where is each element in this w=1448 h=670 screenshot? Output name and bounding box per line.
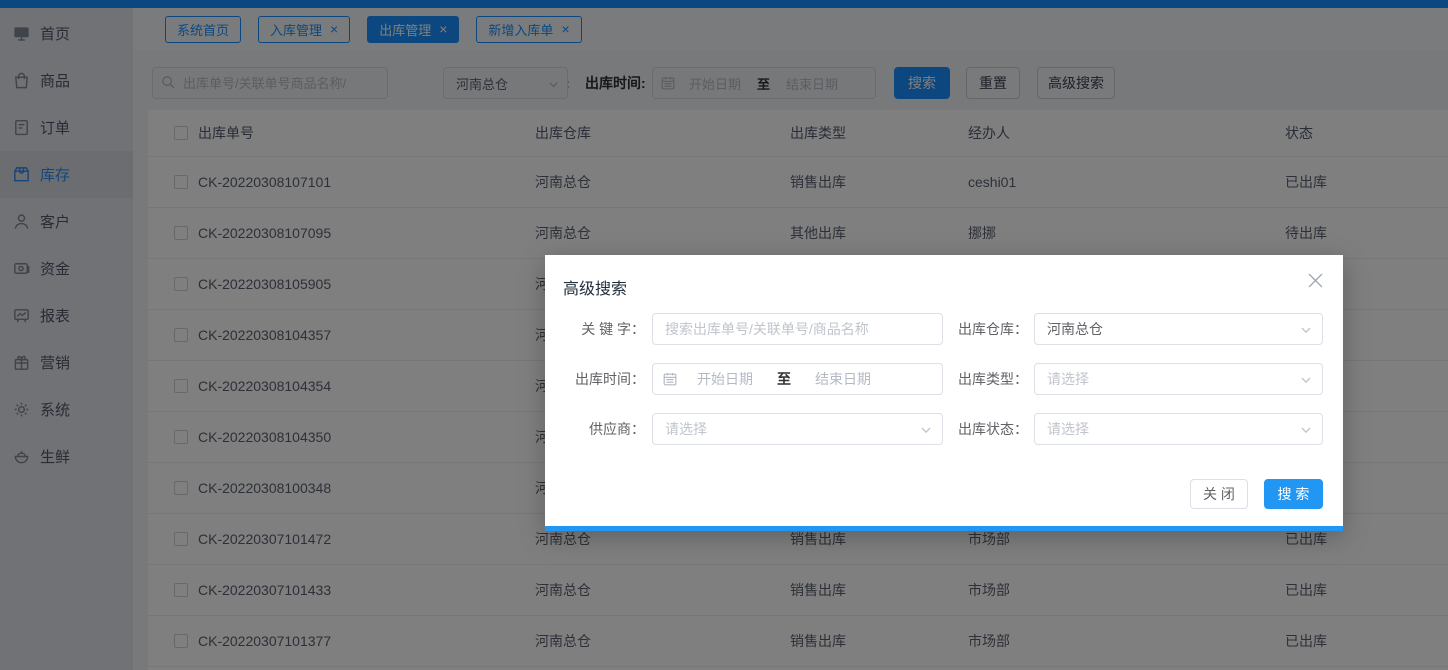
modal-type-label: 出库类型： — [943, 369, 1028, 389]
modal-warehouse-label: 出库仓库： — [943, 319, 1028, 339]
modal-status-select[interactable]: 请选择 — [1034, 413, 1323, 445]
chevron-down-icon — [1300, 324, 1312, 336]
modal-warehouse-select[interactable]: 河南总仓 — [1034, 313, 1323, 345]
modal-start-date-placeholder[interactable]: 开始日期 — [697, 369, 753, 389]
modal-title: 高级搜索 — [563, 275, 627, 299]
calendar-icon — [663, 372, 677, 386]
chevron-down-icon — [920, 424, 932, 436]
modal-type-placeholder: 请选择 — [1047, 369, 1089, 389]
modal-status-label: 出库状态： — [943, 419, 1028, 439]
modal-supplier-placeholder: 请选择 — [665, 419, 707, 439]
modal-supplier-select[interactable]: 请选择 — [652, 413, 943, 445]
modal-search-button[interactable]: 搜 索 — [1264, 479, 1323, 509]
modal-type-select[interactable]: 请选择 — [1034, 363, 1323, 395]
keyword-label: 关 键 字： — [545, 319, 645, 339]
chevron-down-icon — [1300, 374, 1312, 386]
keyword-field — [652, 313, 943, 345]
modal-time-label: 出库时间： — [545, 369, 645, 389]
close-icon[interactable] — [1308, 273, 1323, 288]
modal-date-range-picker[interactable]: 开始日期 至 结束日期 — [652, 363, 943, 395]
modal-date-range-separator: 至 — [777, 369, 791, 389]
modal-warehouse-value: 河南总仓 — [1047, 319, 1103, 339]
keyword-input[interactable] — [653, 314, 942, 344]
modal-end-date-placeholder[interactable]: 结束日期 — [815, 369, 871, 389]
chevron-down-icon — [1300, 424, 1312, 436]
modal-close-button[interactable]: 关 闭 — [1190, 479, 1248, 509]
advanced-search-modal: 高级搜索 关 键 字： 出库仓库： 河南总仓 出库时间： 开始日期 至 结束日期… — [545, 255, 1343, 531]
modal-supplier-label: 供应商： — [545, 419, 645, 439]
modal-status-placeholder: 请选择 — [1047, 419, 1089, 439]
